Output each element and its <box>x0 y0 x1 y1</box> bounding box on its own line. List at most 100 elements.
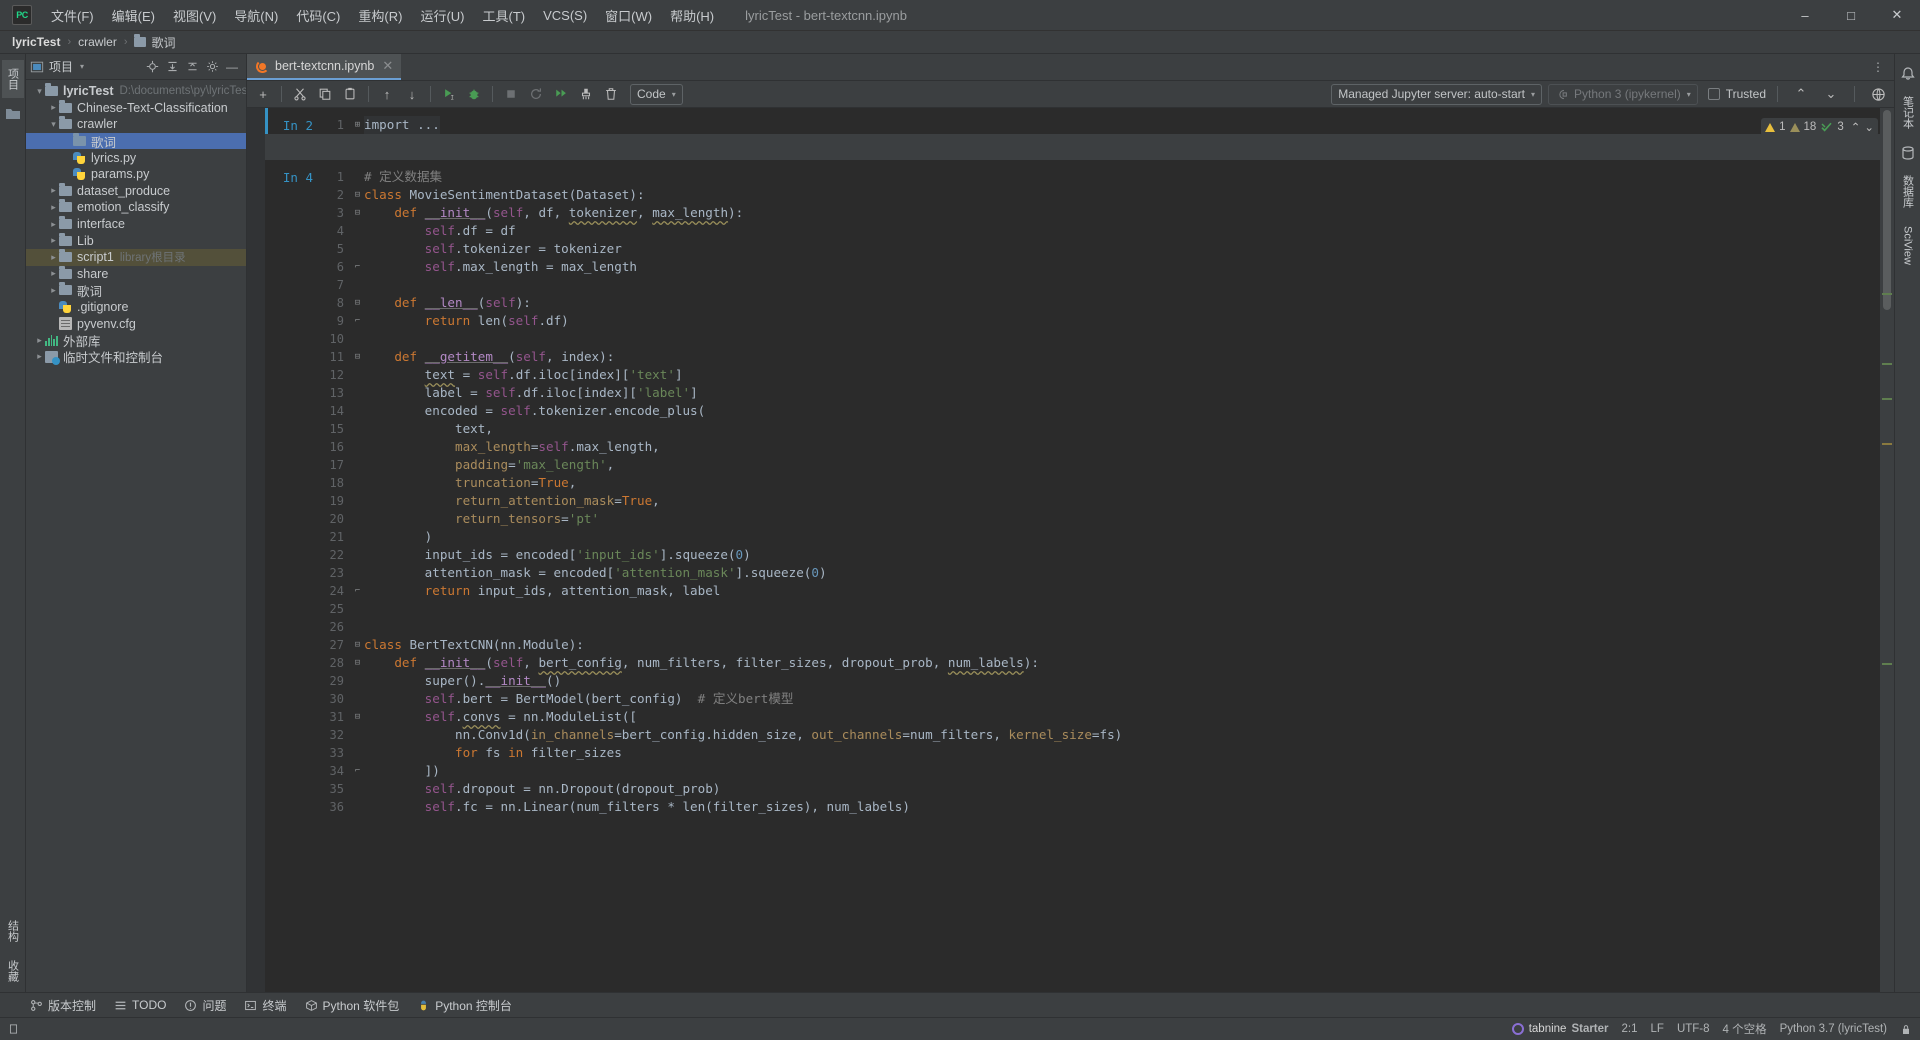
cell-type-select[interactable]: Code ▾ <box>630 83 683 105</box>
bottom-tool-version-control[interactable]: 版本控制 <box>30 997 96 1014</box>
run-all-cells-button[interactable] <box>549 83 573 105</box>
paste-cell-button[interactable] <box>338 83 362 105</box>
inspection-next-icon[interactable]: ⌄ <box>1864 120 1874 134</box>
inspection-widget[interactable]: 1 18 3 ⌃ ⌄ <box>1761 118 1878 136</box>
menu-view[interactable]: 视图(V) <box>164 2 225 29</box>
fold-toggle-icon[interactable]: ⊟ <box>351 708 364 726</box>
minimize-button[interactable]: – <box>1782 0 1828 31</box>
cell-source-lines[interactable]: 1 ⊞ import ... <box>321 116 1880 134</box>
clear-outputs-button[interactable] <box>574 83 598 105</box>
fold-toggle-icon[interactable]: ⊟ <box>351 186 364 204</box>
menu-file[interactable]: 文件(F) <box>42 2 103 29</box>
next-cell-button[interactable]: ⌄ <box>1819 83 1843 105</box>
tabnine-status[interactable]: tabnine Starter <box>1511 1023 1609 1035</box>
tree-node-dataset-produce[interactable]: ▸ dataset_produce <box>26 182 246 200</box>
notebook-cells-container[interactable]: In 2 1 ⊞ import ... In 4 1 # 定义数据集 2 ⊟ class Movi… <box>265 108 1880 992</box>
editor-tab-close-icon[interactable]: ✕ <box>382 58 393 74</box>
tree-node-chinese-text-classification[interactable]: ▸ Chinese-Text-Classification <box>26 99 246 117</box>
chevron-right-icon[interactable]: ▸ <box>48 252 59 263</box>
tool-tab-project[interactable]: 项目 <box>1 60 24 98</box>
menu-vcs[interactable]: VCS(S) <box>534 4 596 27</box>
fold-toggle-icon[interactable]: ⊟ <box>351 204 364 222</box>
menu-window[interactable]: 窗口(W) <box>596 2 661 29</box>
menu-tools[interactable]: 工具(T) <box>473 2 534 29</box>
read-only-icon[interactable] <box>8 1023 19 1035</box>
kernel-select[interactable]: Python 3 (ipykernel) ▾ <box>1548 83 1698 105</box>
tree-node-share[interactable]: ▸ share <box>26 265 246 283</box>
tree-node-interface[interactable]: ▸ interface <box>26 216 246 233</box>
notification-bell-icon[interactable] <box>1900 66 1916 82</box>
jupyter-server-select[interactable]: Managed Jupyter server: auto-start ▾ <box>1331 83 1543 105</box>
tree-node-lib[interactable]: ▸ Lib <box>26 232 246 249</box>
chevron-right-icon[interactable]: ▸ <box>34 351 45 362</box>
maximize-button[interactable]: □ <box>1828 0 1874 31</box>
move-cell-down-button[interactable]: ↓ <box>400 83 424 105</box>
menu-run[interactable]: 运行(U) <box>411 2 473 29</box>
tree-node-lyrictest[interactable]: ▾ lyricTest D:\documents\py\lyricTest <box>26 83 246 100</box>
fold-toggle-icon[interactable]: ⌐ <box>351 582 364 600</box>
menu-edit[interactable]: 编辑(E) <box>103 2 164 29</box>
chevron-right-icon[interactable]: ▸ <box>48 102 59 113</box>
tool-tab-structure[interactable]: 结构 <box>2 912 24 950</box>
tree-node-params-py[interactable]: params.py <box>26 166 246 183</box>
fold-toggle-icon[interactable]: ⊟ <box>351 654 364 672</box>
tool-tab-favorites[interactable]: 收藏 <box>2 952 24 990</box>
fold-toggle-icon[interactable]: ⌐ <box>351 258 364 276</box>
run-cell-button[interactable]: I <box>437 83 461 105</box>
trusted-checkbox[interactable] <box>1707 88 1720 100</box>
menu-code[interactable]: 代码(C) <box>287 2 349 29</box>
interrupt-kernel-button[interactable] <box>499 83 523 105</box>
tree-node-emotion-classify[interactable]: ▸ emotion_classify <box>26 199 246 216</box>
notebook-cell-1[interactable]: In 2 1 ⊞ import ... <box>265 108 1880 134</box>
fold-toggle-icon[interactable]: ⌐ <box>351 762 364 780</box>
cell-source-lines[interactable]: 1 # 定义数据集 2 ⊟ class MovieSentimentDataset(Da… <box>321 168 1880 816</box>
chevron-right-icon[interactable]: ▸ <box>48 268 59 279</box>
lock-icon[interactable] <box>1900 1023 1912 1036</box>
expand-all-icon[interactable] <box>162 57 182 77</box>
debug-cell-button[interactable] <box>462 83 486 105</box>
tool-tab-notebook[interactable]: 笔记本 <box>1897 88 1919 137</box>
project-scope-chevron-down-icon[interactable]: ▾ <box>80 62 84 71</box>
tree-node-gitignore[interactable]: .gitignore <box>26 299 246 316</box>
fold-toggle-icon[interactable]: ⌐ <box>351 312 364 330</box>
editor-tab-bert-textcnn[interactable]: bert-textcnn.ipynb ✕ <box>247 54 402 80</box>
chevron-right-icon[interactable]: ▸ <box>48 202 59 213</box>
fold-toggle-icon[interactable]: ⊟ <box>351 294 364 312</box>
tree-node-script1[interactable]: ▸ script1 library根目录 <box>26 248 246 266</box>
scrollbar-thumb[interactable] <box>1883 110 1891 310</box>
bottom-tool-terminal[interactable]: 终端 <box>244 997 287 1014</box>
restart-kernel-button[interactable] <box>524 83 548 105</box>
open-in-browser-icon[interactable] <box>1866 83 1890 105</box>
breadcrumb-project[interactable]: lyricTest <box>12 35 60 49</box>
fold-toggle-icon[interactable]: ⊞ <box>351 116 364 134</box>
tree-node-crawler[interactable]: ▾ crawler <box>26 116 246 133</box>
breadcrumb-current[interactable]: 歌词 <box>151 34 175 51</box>
file-encoding[interactable]: UTF-8 <box>1677 1023 1710 1035</box>
bottom-tool-python-console[interactable]: Python 控制台 <box>417 997 512 1014</box>
notebook-cell-2[interactable]: In 4 1 # 定义数据集 2 ⊟ class MovieSentimentDatase… <box>265 160 1880 816</box>
inspection-prev-icon[interactable]: ⌃ <box>1851 120 1861 134</box>
collapse-all-icon[interactable] <box>182 57 202 77</box>
fold-toggle-icon[interactable]: ⊟ <box>351 348 364 366</box>
tool-tab-database[interactable]: 数据库 <box>1897 167 1919 216</box>
delete-cell-button[interactable] <box>599 83 623 105</box>
chevron-right-icon[interactable]: ▸ <box>48 219 59 230</box>
tree-node-lyrics-py[interactable]: lyrics.py <box>26 149 246 166</box>
menu-navigate[interactable]: 导航(N) <box>225 2 287 29</box>
tree-node-external-libraries[interactable]: ▸ 外部库 <box>26 332 246 349</box>
bottom-tool-problems[interactable]: 问题 <box>184 997 226 1014</box>
tree-node-pyvenv-cfg[interactable]: pyvenv.cfg <box>26 315 246 332</box>
close-button[interactable]: ✕ <box>1874 0 1920 31</box>
python-interpreter[interactable]: Python 3.7 (lyricTest) <box>1780 1023 1887 1035</box>
database-icon[interactable] <box>1900 145 1916 161</box>
caret-position[interactable]: 2:1 <box>1622 1023 1638 1035</box>
locate-file-icon[interactable] <box>142 57 162 77</box>
chevron-right-icon[interactable]: ▸ <box>48 235 59 246</box>
menu-refactor[interactable]: 重构(R) <box>349 2 411 29</box>
tree-node-geci-root[interactable]: ▸ 歌词 <box>26 282 246 299</box>
indent-setting[interactable]: 4 个空格 <box>1723 1021 1767 1037</box>
menu-help[interactable]: 帮助(H) <box>661 2 723 29</box>
chevron-down-icon[interactable]: ▾ <box>34 86 45 97</box>
hide-panel-icon[interactable]: — <box>222 57 242 77</box>
chevron-right-icon[interactable]: ▸ <box>48 285 59 296</box>
